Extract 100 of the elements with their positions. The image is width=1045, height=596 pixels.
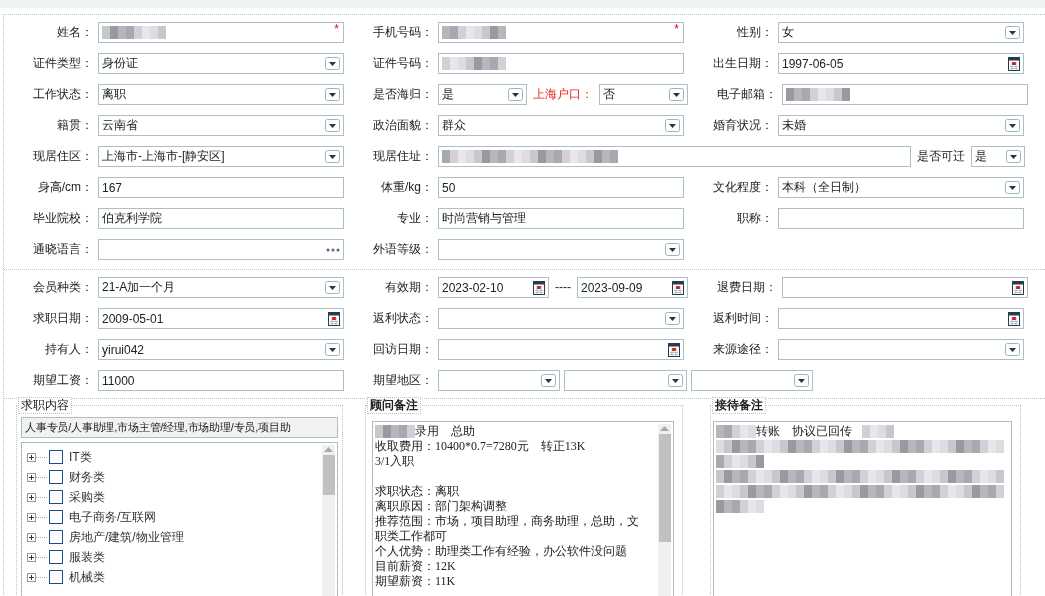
calendar-icon[interactable] <box>672 280 684 295</box>
checkbox[interactable] <box>49 510 63 524</box>
select-field[interactable]: 否 <box>599 84 688 105</box>
select-field[interactable] <box>438 308 684 329</box>
expand-icon[interactable] <box>27 512 47 522</box>
select-field[interactable]: 离职 <box>98 84 344 105</box>
notes-textarea[interactable]: 转账 协议已回传 <box>713 421 1012 596</box>
note-text: 推荐范围：市场，项目助理，商务助理，总助，文职类工作都可 <box>375 514 640 544</box>
calendar-icon[interactable] <box>533 280 545 295</box>
calendar-icon[interactable] <box>1008 56 1020 71</box>
text-field[interactable]: * <box>438 22 684 43</box>
text-field[interactable]: 50 <box>438 177 684 198</box>
expand-icon[interactable] <box>27 532 47 542</box>
checkbox[interactable] <box>49 450 63 464</box>
text-field[interactable] <box>782 84 1028 105</box>
field-label: 性别： <box>736 24 773 41</box>
field-label: 外语等级： <box>372 241 433 258</box>
select-field[interactable]: 女 <box>778 22 1024 43</box>
field-label: 返利状态： <box>372 310 433 327</box>
text-field[interactable]: * <box>98 22 344 43</box>
section-legend: 顾问备注 <box>367 397 421 414</box>
checkbox[interactable] <box>49 550 63 564</box>
select-field[interactable]: 未婚 <box>778 115 1024 136</box>
note-text: 3/1入职 <box>375 454 415 469</box>
scrollbar[interactable] <box>658 424 671 596</box>
field-label: 持有人： <box>44 341 93 358</box>
select-field[interactable]: 21-A加一个月 <box>98 277 344 298</box>
category-label[interactable]: IT类 <box>69 448 92 466</box>
selected-jobs-field[interactable]: 人事专员/人事助理,市场主管/经理,市场助理/专员,项目助 <box>21 417 338 438</box>
category-label[interactable]: 采购类 <box>69 488 105 506</box>
scrollbar-thumb[interactable] <box>658 434 671 542</box>
field-label: 现居住区： <box>32 148 93 165</box>
date-field[interactable]: 2023-02-10 <box>438 277 549 298</box>
select-field[interactable] <box>438 370 561 391</box>
note-text: 求职状态：离职 <box>375 484 459 499</box>
text-field[interactable]: 167 <box>98 177 344 198</box>
scrollbar-thumb[interactable] <box>322 455 335 495</box>
date-field[interactable] <box>782 277 1028 298</box>
text-field[interactable] <box>778 208 1024 229</box>
checkbox[interactable] <box>49 490 63 504</box>
date-field[interactable]: 2023-09-09 <box>577 277 688 298</box>
calendar-icon[interactable] <box>1012 280 1024 295</box>
calendar-icon[interactable] <box>668 342 680 357</box>
date-field[interactable] <box>778 308 1024 329</box>
select-field[interactable]: yirui042 <box>98 339 344 360</box>
text-field[interactable]: 11000 <box>98 370 344 391</box>
date-field[interactable]: 2009-05-01 <box>98 308 344 329</box>
date-field[interactable] <box>438 339 684 360</box>
note-text: 转账 协议已回传 <box>756 424 852 439</box>
calendar-icon[interactable] <box>328 311 340 326</box>
category-label[interactable]: 房地产/建筑/物业管理 <box>69 528 184 546</box>
expand-icon[interactable] <box>27 572 47 582</box>
calendar-icon[interactable] <box>1008 311 1020 326</box>
text-field[interactable]: 时尚营销与管理 <box>438 208 684 229</box>
more-icon[interactable] <box>326 247 340 252</box>
expand-icon[interactable] <box>27 472 47 482</box>
category-label[interactable]: 电子商务/互联网 <box>69 508 157 526</box>
field-label: 姓名： <box>56 24 93 41</box>
select-field[interactable]: 本科（全日制） <box>778 177 1024 198</box>
text-field[interactable] <box>438 146 911 167</box>
note-text: 录用 总助 <box>415 424 475 439</box>
field-label: 文化程度： <box>712 179 773 196</box>
field-label: 会员种类： <box>32 279 93 296</box>
select-field[interactable]: 上海市-上海市-[静安区] <box>98 146 344 167</box>
section-legend: 接待备注 <box>712 397 766 414</box>
field-label: 电子邮箱： <box>716 86 777 103</box>
checkbox[interactable] <box>49 570 63 584</box>
note-text: 离职原因：部门架构调整 <box>375 499 507 514</box>
select-field[interactable] <box>438 239 684 260</box>
field-label: 身高/cm： <box>36 179 93 196</box>
select-field[interactable]: 云南省 <box>98 115 344 136</box>
scrollbar[interactable] <box>322 445 335 596</box>
category-label[interactable]: 财务类 <box>69 468 105 486</box>
field-label: 退费日期： <box>716 279 777 296</box>
notes-textarea[interactable]: 录用 总助 收取费用：10400*0.7=7280元 转正13K 3/1入职 求职状态：离职 离职原因：部门架构调整 推荐范围：市场，项目助理，商务助理，总助，文职类工作都可 个人优势：助理类工作有经验，办公软件没问题 目前薪资：12K 期望薪资：11K <box>372 421 674 596</box>
field-label: 毕业院校： <box>32 210 93 227</box>
lookup-field[interactable] <box>98 239 344 260</box>
field-label: 来源途径： <box>712 341 773 358</box>
expand-icon[interactable] <box>27 452 47 462</box>
field-label: 出生日期： <box>712 55 773 72</box>
field-label: 证件类型： <box>32 55 93 72</box>
date-field[interactable]: 1997-06-05 <box>778 53 1024 74</box>
text-field[interactable] <box>438 53 684 74</box>
select-field[interactable]: 群众 <box>438 115 684 136</box>
checkbox[interactable] <box>49 470 63 484</box>
select-field[interactable] <box>690 370 813 391</box>
select-field[interactable]: 身份证 <box>98 53 344 74</box>
select-field[interactable] <box>564 370 687 391</box>
select-field[interactable]: 是 <box>438 84 527 105</box>
select-field[interactable]: 是 <box>970 146 1025 167</box>
checkbox[interactable] <box>49 530 63 544</box>
field-label: 是否可迁 <box>915 148 966 165</box>
text-field[interactable]: 伯克利学院 <box>98 208 344 229</box>
category-label[interactable]: 服装类 <box>69 548 105 566</box>
field-label: 求职日期： <box>32 310 93 327</box>
category-label[interactable]: 机械类 <box>69 568 105 586</box>
note-text: 期望薪资：11K <box>375 574 456 589</box>
select-field[interactable] <box>778 339 1024 360</box>
expand-icon[interactable] <box>27 492 47 502</box>
expand-icon[interactable] <box>27 552 47 562</box>
